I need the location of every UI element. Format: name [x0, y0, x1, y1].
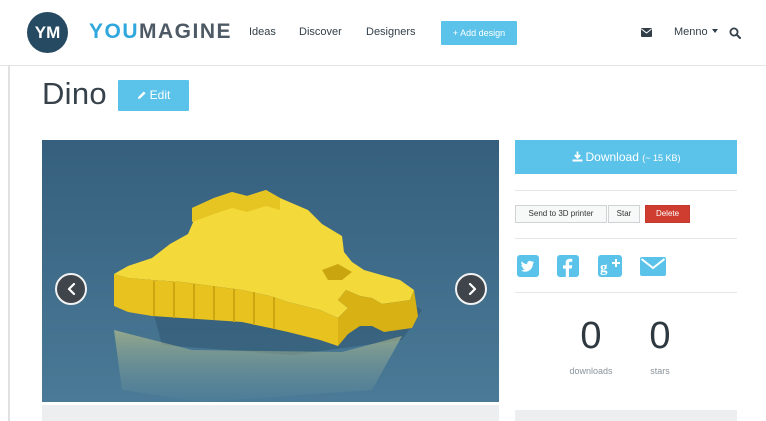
caret-down-icon	[711, 29, 718, 33]
nav-designers-link[interactable]: Designers	[366, 26, 416, 38]
add-design-button[interactable]: + Add design	[441, 21, 517, 45]
twitter-icon[interactable]	[517, 255, 539, 277]
next-image-button[interactable]	[455, 273, 487, 305]
chevron-right-icon	[468, 283, 477, 295]
brand-wordmark[interactable]: YOUMAGINE	[89, 20, 232, 44]
chevron-left-icon	[67, 283, 76, 295]
delete-button[interactable]: Delete	[645, 205, 690, 223]
brand-prefix: YOU	[89, 20, 140, 43]
design-preview-image[interactable]	[42, 140, 499, 402]
nav-ideas-link[interactable]: Ideas	[249, 26, 276, 38]
downloads-label: downloads	[569, 366, 613, 376]
download-size: (~ 15 KB)	[642, 153, 681, 163]
divider	[515, 238, 737, 239]
download-label: Download	[585, 150, 639, 164]
user-name: Menno	[674, 26, 708, 38]
star-button[interactable]: Star	[608, 205, 640, 223]
divider	[515, 190, 737, 191]
edit-button-label: Edit	[149, 88, 171, 102]
facebook-icon[interactable]	[557, 255, 579, 277]
download-icon	[572, 151, 582, 162]
edit-button[interactable]: Edit	[118, 80, 189, 111]
viewer-thumbnail-strip	[42, 405, 499, 421]
user-menu[interactable]: Menno	[674, 26, 718, 38]
pencil-icon	[137, 91, 146, 99]
google-plus-icon[interactable]: g	[598, 255, 622, 277]
download-button[interactable]: Download (~ 15 KB)	[515, 140, 737, 174]
send-to-3d-printer-button[interactable]: Send to 3D printer	[515, 205, 607, 223]
dino-model-render	[42, 140, 499, 402]
previous-image-button[interactable]	[55, 273, 87, 305]
logo-badge[interactable]: YM	[27, 12, 68, 53]
brand-suffix: MAGINE	[139, 20, 233, 43]
stars-label: stars	[650, 366, 670, 376]
divider	[515, 292, 737, 293]
envelope-icon[interactable]	[641, 28, 652, 37]
design-title: Dino	[42, 76, 107, 111]
sidebar-panel-below	[515, 410, 737, 421]
search-icon[interactable]	[729, 27, 741, 39]
downloads-count: 0	[580, 315, 602, 357]
envelope-icon[interactable]	[640, 257, 666, 276]
stars-count: 0	[649, 315, 671, 357]
nav-discover-link[interactable]: Discover	[299, 26, 342, 38]
svg-text:g: g	[600, 260, 608, 276]
page-edge-divider	[8, 66, 10, 421]
top-navigation-bar: YM YOUMAGINE Ideas Discover Designers + …	[0, 0, 766, 66]
